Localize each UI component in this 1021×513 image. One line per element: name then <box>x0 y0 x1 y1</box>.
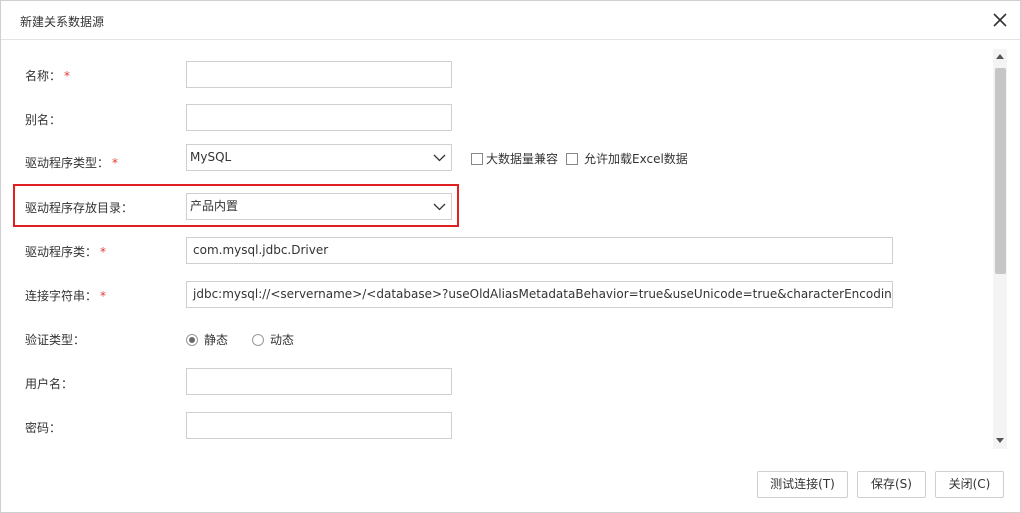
scroll-down-arrow-icon[interactable] <box>996 438 1004 443</box>
username-label: 用户名： <box>25 377 74 391</box>
driver-type-select[interactable]: MySQL <box>186 144 452 171</box>
scroll-up-arrow-icon[interactable] <box>996 54 1004 59</box>
connection-string-label: 连接字符串： * <box>25 289 107 303</box>
chevron-down-icon <box>433 203 446 211</box>
chevron-down-icon <box>433 154 446 162</box>
alias-label: 别名： <box>25 113 62 127</box>
username-input[interactable] <box>186 368 452 395</box>
checkbox-box <box>471 152 483 165</box>
allow-excel-checkbox[interactable]: 允许加载Excel数据 <box>566 150 688 167</box>
name-input[interactable] <box>186 61 452 88</box>
bigdata-compat-label: 大数据量兼容 <box>486 152 559 166</box>
required-mark: * <box>64 69 71 83</box>
driver-class-label: 驱动程序类： * <box>25 245 107 259</box>
close-icon[interactable] <box>990 10 1010 30</box>
test-connection-button[interactable]: 测试连接(T) <box>757 471 848 498</box>
radio-unselected-icon <box>252 333 264 346</box>
dialog-body: 名称： * 别名： 驱动程序类型： * MySQL 大数据量兼容 允许加载Excel… <box>1 41 1020 451</box>
allow-excel-label: 允许加载Excel数据 <box>584 152 688 166</box>
auth-static-label: 静态 <box>204 333 229 347</box>
auth-type-label: 验证类型： <box>25 333 86 347</box>
name-label: 名称： * <box>25 69 71 83</box>
auth-dynamic-label: 动态 <box>270 333 295 347</box>
alias-input[interactable] <box>186 104 452 131</box>
driver-class-input[interactable]: com.mysql.jdbc.Driver <box>186 237 893 264</box>
required-mark: * <box>112 156 119 170</box>
driver-dir-label: 驱动程序存放目录： <box>25 201 134 215</box>
scrollbar-thumb[interactable] <box>995 68 1006 274</box>
password-input[interactable] <box>186 412 452 439</box>
driver-type-value: MySQL <box>190 150 232 164</box>
auth-dynamic-radio[interactable]: 动态 <box>252 331 294 348</box>
required-mark: * <box>100 289 107 303</box>
required-mark: * <box>100 245 107 259</box>
new-datasource-dialog: 新建关系数据源 名称： * 别名： 驱动程序类型： * MySQL 大数据量兼容 允… <box>0 0 1021 513</box>
dialog-titlebar: 新建关系数据源 <box>1 1 1020 40</box>
save-button[interactable]: 保存(S) <box>857 471 926 498</box>
driver-dir-value: 产品内置 <box>190 199 239 213</box>
auth-static-radio[interactable]: 静态 <box>186 331 228 348</box>
dialog-title: 新建关系数据源 <box>20 15 105 29</box>
password-label: 密码： <box>25 421 62 435</box>
close-button[interactable]: 关闭(C) <box>935 471 1004 498</box>
driver-dir-select[interactable]: 产品内置 <box>186 193 452 220</box>
driver-type-label: 驱动程序类型： * <box>25 156 119 170</box>
checkbox-box <box>566 152 578 165</box>
bigdata-compat-checkbox[interactable]: 大数据量兼容 <box>471 150 558 167</box>
connection-string-input[interactable]: jdbc:mysql://<servername>/<database>?use… <box>186 281 893 308</box>
radio-selected-icon <box>186 333 198 346</box>
